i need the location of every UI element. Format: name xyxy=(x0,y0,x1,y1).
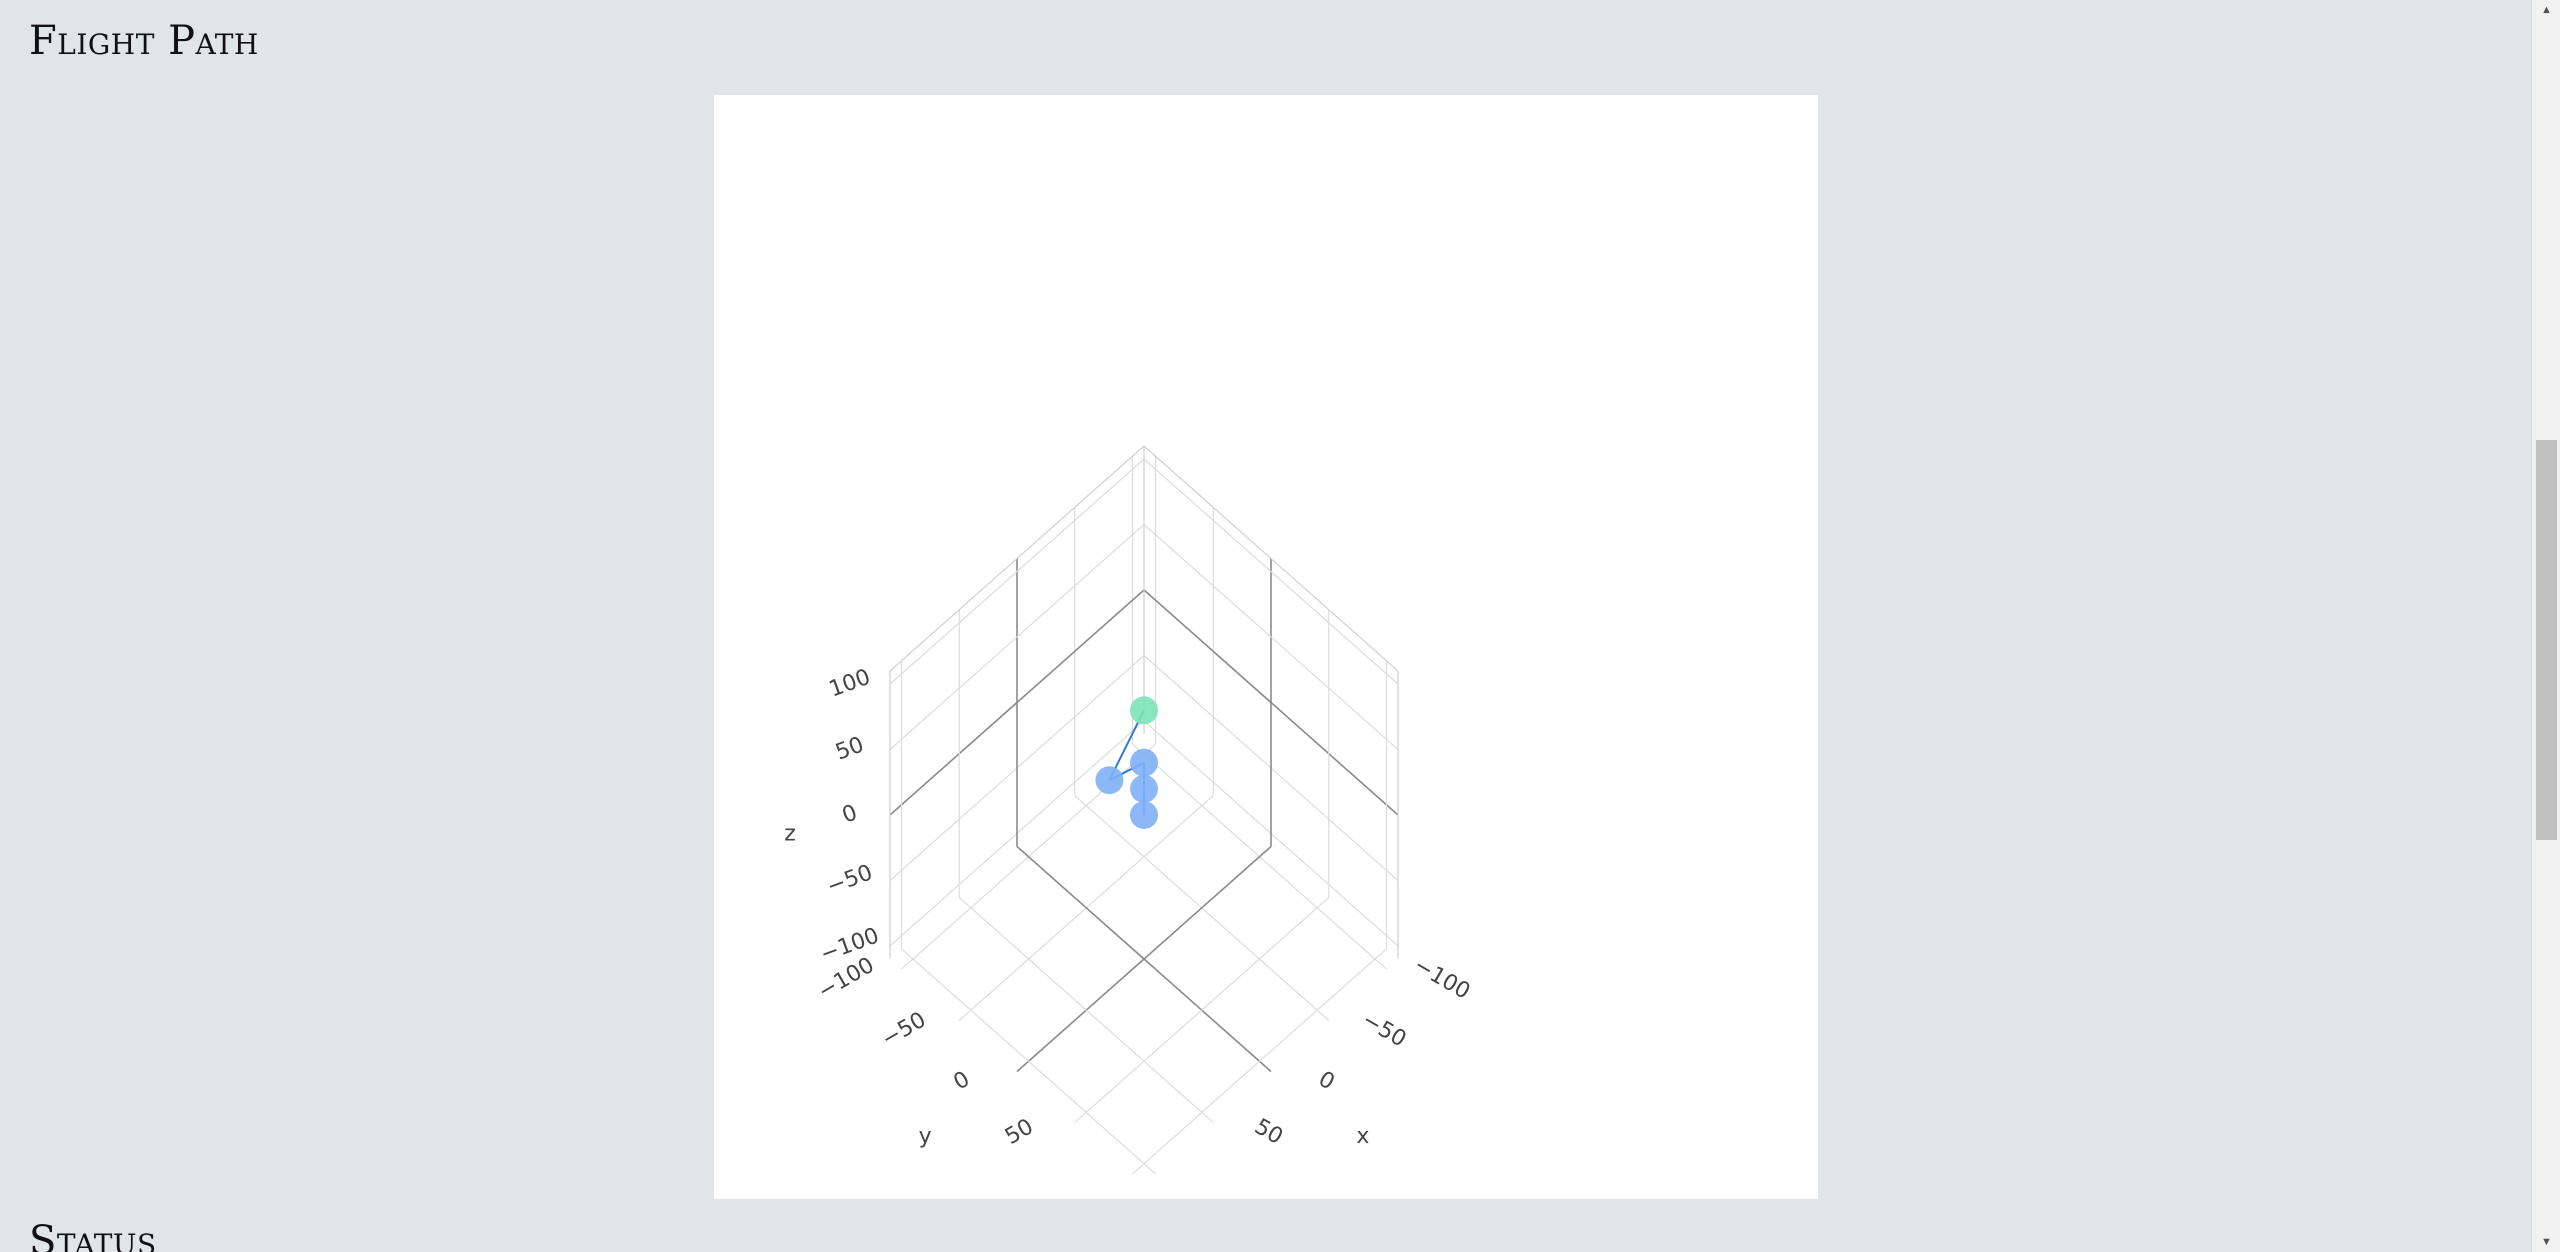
scroll-up-arrow-icon[interactable]: ▲ xyxy=(2532,0,2560,20)
x-tick-label: 0 xyxy=(1314,1067,1339,1096)
z-tick-label: −50 xyxy=(824,860,876,899)
axis-titles: x y z xyxy=(784,822,1369,1149)
z-axis-title: z xyxy=(784,822,796,847)
y-tick-label: 50 xyxy=(1001,1114,1038,1150)
scroll-down-arrow-icon[interactable]: ▼ xyxy=(2532,1232,2560,1252)
waypoint-marker[interactable] xyxy=(1095,766,1124,795)
current-position-marker[interactable] xyxy=(1130,696,1158,725)
waypoint-marker[interactable] xyxy=(1130,801,1158,829)
x-axis-title: x xyxy=(1356,1124,1369,1149)
status-title: Status xyxy=(29,1218,157,1252)
x-tick-label: −50 xyxy=(1358,1008,1411,1053)
plot-3d-svg[interactable]: −100−50050−100−50050−100−50050100 xyz xyxy=(714,95,1818,1199)
page-scrollbar[interactable]: ▲ ▼ xyxy=(2531,0,2560,1252)
tick-labels: −100−50050−100−50050−100−50050100 xyxy=(814,665,1474,1150)
flight-path-title: Flight Path xyxy=(29,18,259,64)
y-axis-title: y xyxy=(919,1124,932,1149)
z-tick-label: 0 xyxy=(839,800,861,828)
flight-path-trace[interactable] xyxy=(1095,696,1158,829)
waypoint-marker[interactable] xyxy=(1130,748,1158,777)
waypoint-marker[interactable] xyxy=(1130,774,1158,803)
y-tick-label: −50 xyxy=(878,1008,931,1053)
z-tick-label: 50 xyxy=(832,732,867,765)
z-tick-label: 100 xyxy=(826,665,874,703)
x-tick-label: 50 xyxy=(1250,1114,1287,1150)
z-tick-label: −100 xyxy=(817,923,882,967)
x-tick-label: −100 xyxy=(1409,953,1474,1005)
scroll-thumb[interactable] xyxy=(2536,440,2557,840)
y-tick-label: 0 xyxy=(949,1067,974,1096)
page: Flight Path −100 −50 0 50 −100 −50 0 50 −100 −50 0… xyxy=(0,0,2560,1252)
flight-path-plot[interactable]: −100 −50 0 50 −100 −50 0 50 −100 −50 0 50 100 xyz xyxy=(714,95,1818,1199)
